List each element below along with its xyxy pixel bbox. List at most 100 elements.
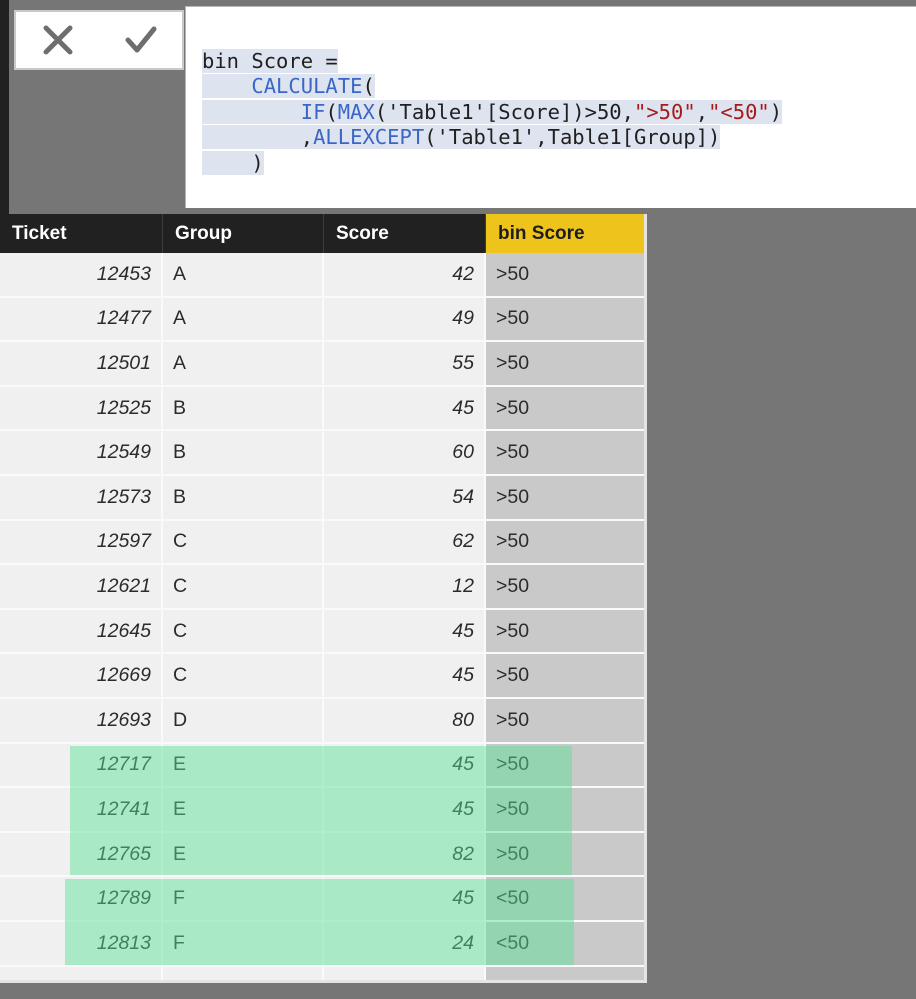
table-row[interactable]: 12549 B 60 >50 (0, 431, 644, 476)
table-row[interactable]: 12525 B 45 >50 (0, 386, 644, 432)
table-cell-group[interactable]: A (163, 297, 324, 341)
table-cell-ticket[interactable]: 12669 (0, 654, 163, 697)
table-cell-group[interactable]: E (163, 788, 324, 831)
table-row[interactable]: 12789 F 45 <50 (0, 877, 644, 922)
table-cell-bin[interactable]: <50 (486, 921, 644, 965)
formula-bar-area: bin Score = CALCULATE( IF(MAX('Table1'[S… (9, 0, 916, 214)
formula-line-4: ,ALLEXCEPT('Table1',Table1[Group]) (202, 125, 916, 151)
table-cell-group[interactable]: D (163, 698, 324, 742)
table-cell-score[interactable]: 82 (324, 832, 486, 876)
table-cell-ticket[interactable]: 12621 (0, 565, 163, 608)
table-cell-ticket[interactable]: 12645 (0, 609, 163, 653)
table-cell-group[interactable]: C (163, 565, 324, 608)
table-cell-bin[interactable]: >50 (486, 342, 644, 385)
dax-function-allexcept: ALLEXCEPT (313, 125, 425, 149)
table-cell-score[interactable]: 62 (324, 520, 486, 564)
table-header-group[interactable]: Group (163, 214, 324, 253)
table-header-score[interactable]: Score (324, 214, 486, 253)
table-cell-bin[interactable]: >50 (486, 788, 644, 831)
table-header-bin[interactable]: bin Score (486, 214, 644, 253)
table-row[interactable]: 12693 D 80 >50 (0, 698, 644, 744)
table-row[interactable]: 12597 C 62 >50 (0, 520, 644, 566)
table-cell-ticket[interactable]: 12549 (0, 431, 163, 474)
table-cell-bin[interactable]: >50 (486, 743, 644, 787)
table-cell-group[interactable]: A (163, 342, 324, 385)
table-cell-group[interactable]: C (163, 654, 324, 697)
table-cell-score[interactable]: 45 (324, 788, 486, 831)
table-cell-score[interactable]: 12 (324, 565, 486, 608)
table-cell-bin[interactable]: <50 (486, 877, 644, 920)
table-cell-bin[interactable]: >50 (486, 520, 644, 564)
table-cell-group[interactable]: C (163, 609, 324, 653)
table-row[interactable]: 12765 E 82 >50 (0, 832, 644, 878)
table-cell-bin[interactable]: >50 (486, 431, 644, 474)
table-row[interactable]: 12717 E 45 >50 (0, 743, 644, 789)
table-cell-score[interactable]: 49 (324, 297, 486, 341)
table-cell-group[interactable]: B (163, 475, 324, 519)
table-cell-score[interactable]: 45 (324, 654, 486, 697)
table-row[interactable]: 12573 B 54 >50 (0, 475, 644, 521)
accept-button[interactable] (116, 17, 166, 63)
table-row[interactable]: 12741 E 45 >50 (0, 788, 644, 833)
dax-function-if: IF (300, 99, 326, 124)
table-cell-group[interactable]: B (163, 431, 324, 474)
table-cell-ticket[interactable]: 12693 (0, 698, 163, 742)
cancel-button[interactable] (33, 17, 83, 63)
table-cell-score[interactable]: 45 (324, 743, 486, 787)
table-cell-score[interactable]: 45 (324, 877, 486, 920)
table-row[interactable]: 12669 C 45 >50 (0, 654, 644, 699)
formula-close-paren: ) (769, 99, 783, 124)
table-cell-ticket[interactable]: 12597 (0, 520, 163, 564)
table-cell-ticket[interactable]: 12765 (0, 832, 163, 876)
table-cell-group[interactable]: E (163, 832, 324, 876)
table-cell-group[interactable]: A (163, 253, 324, 296)
table-cell-group[interactable]: F (163, 877, 324, 920)
table-cell-score[interactable]: 54 (324, 475, 486, 519)
table-cell-score[interactable]: 60 (324, 431, 486, 474)
table-trailing-partial-row (0, 966, 644, 980)
close-icon (38, 21, 78, 59)
dax-formula-input[interactable]: bin Score = CALCULATE( IF(MAX('Table1'[S… (185, 6, 916, 208)
table-cell-ticket[interactable]: 12741 (0, 788, 163, 831)
table-row[interactable]: 12813 F 24 <50 (0, 921, 644, 967)
table-cell-score[interactable]: 24 (324, 921, 486, 965)
table-cell-score[interactable]: 45 (324, 386, 486, 430)
dax-string-gt50: ">50" (634, 99, 696, 124)
table-cell-score[interactable]: 80 (324, 698, 486, 742)
table-cell-ticket[interactable]: 12453 (0, 253, 163, 296)
table-cell-bin[interactable]: >50 (486, 654, 644, 697)
formula-line-3: IF(MAX('Table1'[Score])>50,">50","<50") (202, 99, 916, 126)
formula-indent (202, 74, 251, 98)
dax-column-reference-group: ('Table1',Table1[Group]) (424, 125, 721, 149)
table-row[interactable]: 12645 C 45 >50 (0, 609, 644, 655)
table-cell-score[interactable]: 55 (324, 342, 486, 385)
table-cell-score[interactable]: 45 (324, 609, 486, 653)
table-cell-bin[interactable]: >50 (486, 832, 644, 876)
formula-open-paren: ( (362, 74, 375, 98)
table-cell-bin[interactable]: >50 (486, 386, 644, 430)
table-cell-bin[interactable]: >50 (486, 253, 644, 296)
table-cell-score[interactable]: 42 (324, 253, 486, 296)
table-cell-ticket[interactable]: 12477 (0, 297, 163, 341)
table-cell-ticket[interactable]: 12501 (0, 342, 163, 385)
table-row[interactable]: 12501 A 55 >50 (0, 342, 644, 387)
table-cell-ticket[interactable]: 12789 (0, 877, 163, 920)
table-cell-group[interactable]: B (163, 386, 324, 430)
table-row[interactable]: 12477 A 49 >50 (0, 297, 644, 343)
table-cell-group[interactable]: C (163, 520, 324, 564)
table-cell-ticket[interactable]: 12717 (0, 743, 163, 787)
table-cell-bin[interactable]: >50 (486, 297, 644, 341)
dax-formula-code[interactable]: bin Score = CALCULATE( IF(MAX('Table1'[S… (186, 7, 916, 208)
table-cell-bin[interactable]: >50 (486, 609, 644, 653)
table-cell-ticket[interactable]: 12525 (0, 386, 163, 430)
table-cell-ticket[interactable]: 12573 (0, 475, 163, 519)
table-header-ticket[interactable]: Ticket (0, 214, 163, 253)
table-cell-bin[interactable]: >50 (486, 475, 644, 519)
table-cell-group[interactable]: E (163, 743, 324, 787)
table-cell-bin[interactable]: >50 (486, 565, 644, 608)
table-row[interactable]: 12621 C 12 >50 (0, 565, 644, 610)
table-cell-ticket[interactable]: 12813 (0, 921, 163, 965)
table-cell-bin[interactable]: >50 (486, 698, 644, 742)
table-row[interactable]: 12453 A 42 >50 (0, 253, 644, 298)
table-cell-group[interactable]: F (163, 921, 324, 965)
